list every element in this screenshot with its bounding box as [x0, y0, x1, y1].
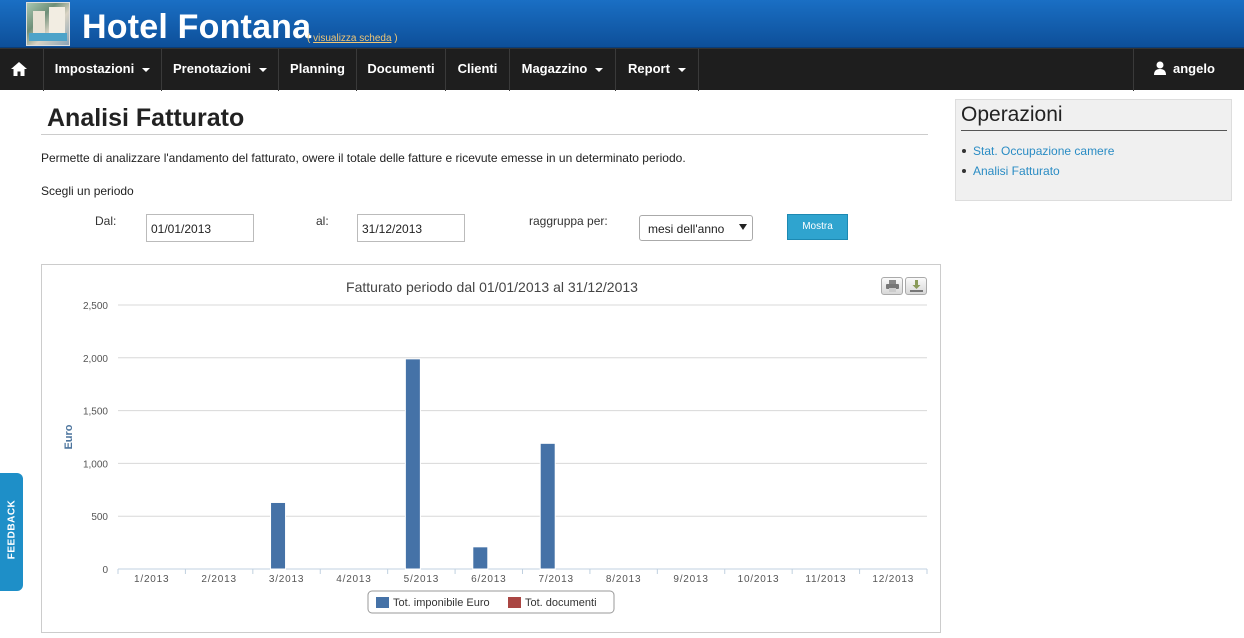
- view-scheda-link[interactable]: visualizza scheda: [313, 33, 391, 44]
- title-divider: [41, 134, 928, 135]
- legend-item: Tot. documenti: [525, 597, 597, 609]
- legend-swatch: [376, 597, 389, 608]
- x-tick-label: 2/2013: [201, 574, 236, 585]
- nav-impostazioni[interactable]: Impostazioni: [44, 49, 162, 91]
- sidebar-link-fatturato[interactable]: Analisi Fatturato: [961, 164, 1114, 184]
- caret-down-icon: [595, 67, 604, 72]
- from-label: Dal:: [95, 214, 117, 228]
- app-header: Hotel Fontana ( visualizza scheda ): [0, 0, 1244, 48]
- to-label: al:: [316, 214, 329, 228]
- nav-report[interactable]: Report: [616, 49, 699, 91]
- bar-6-2013: [472, 546, 489, 570]
- x-tick-label: 3/2013: [269, 574, 304, 585]
- x-tick-label: 1/2013: [134, 574, 169, 585]
- y-axis-label: Euro: [63, 424, 75, 449]
- caret-down-icon: [677, 67, 686, 72]
- x-tick-label: 11/2013: [805, 574, 846, 585]
- nav-planning[interactable]: Planning: [279, 49, 357, 91]
- y-tick-label: 500: [91, 512, 108, 523]
- nav-planning-label: Planning: [290, 61, 345, 76]
- view-link-wrapper: ( visualizza scheda ): [307, 33, 398, 44]
- download-icon: [910, 280, 923, 292]
- nav-magazzino[interactable]: Magazzino: [510, 49, 616, 91]
- paren-open: (: [307, 33, 311, 44]
- nav-clienti[interactable]: Clienti: [446, 49, 510, 91]
- print-icon: [886, 280, 899, 292]
- page-description: Permette di analizzare l'andamento del f…: [41, 151, 686, 165]
- dropdown-arrow-icon: [739, 224, 747, 230]
- x-tick-label: 5/2013: [404, 574, 439, 585]
- feedback-tab[interactable]: FEEDBACK: [0, 473, 23, 591]
- nav-clienti-label: Clienti: [457, 61, 498, 76]
- x-tick-label: 8/2013: [606, 574, 641, 585]
- sidebar-link-occupazione[interactable]: Stat. Occupazione camere: [961, 144, 1114, 164]
- home-icon: [11, 62, 27, 76]
- operations-sidebar: Operazioni Stat. Occupazione camere Anal…: [955, 99, 1232, 201]
- nav-impostazioni-label: Impostazioni: [54, 61, 135, 76]
- sidebar-links: Stat. Occupazione camere Analisi Fattura…: [961, 144, 1114, 184]
- sidebar-divider: [961, 130, 1227, 131]
- x-tick-label: 6/2013: [471, 574, 506, 585]
- y-tick-label: 1,500: [83, 407, 108, 418]
- user-menu[interactable]: angelo: [1133, 49, 1244, 91]
- chart-canvas: Fatturato periodo dal 01/01/2013 al 31/1…: [63, 279, 928, 614]
- x-tick-label: 9/2013: [673, 574, 708, 585]
- nav-magazzino-label: Magazzino: [521, 61, 588, 76]
- nav-prenotazioni-label: Prenotazioni: [172, 61, 251, 76]
- revenue-chart: Fatturato periodo dal 01/01/2013 al 31/1…: [41, 264, 941, 633]
- legend-swatch: [508, 597, 521, 608]
- to-date-field[interactable]: 31/12/2013: [357, 214, 465, 242]
- main-navbar: Impostazioni Prenotazioni Planning Docum…: [0, 48, 1244, 91]
- y-tick-label: 2,500: [83, 301, 108, 312]
- feedback-label: FEEDBACK: [6, 499, 18, 560]
- sidebar-title: Operazioni: [961, 103, 1063, 126]
- hotel-logo[interactable]: [26, 2, 70, 46]
- from-date-field[interactable]: 01/01/2013: [146, 214, 254, 242]
- user-icon: [1154, 61, 1166, 75]
- show-button[interactable]: Mostra: [787, 214, 848, 240]
- user-name: angelo: [1173, 61, 1215, 76]
- legend-item: Tot. imponibile Euro: [393, 597, 490, 609]
- bar-7-2013: [539, 442, 556, 570]
- y-tick-label: 1,000: [83, 459, 108, 470]
- nav-report-label: Report: [628, 61, 670, 76]
- nav-home[interactable]: [0, 49, 44, 91]
- y-tick-label: 2,000: [83, 354, 108, 365]
- paren-close: ): [394, 33, 398, 44]
- bar-3-2013: [270, 501, 287, 570]
- page-title: Analisi Fatturato: [47, 104, 245, 132]
- x-tick-label: 12/2013: [872, 574, 914, 585]
- x-tick-label: 10/2013: [738, 574, 780, 585]
- caret-down-icon: [259, 67, 267, 72]
- print-chart-button[interactable]: [881, 277, 903, 295]
- period-label: Scegli un periodo: [41, 184, 134, 198]
- y-tick-label: 0: [102, 565, 108, 576]
- group-by-select[interactable]: mesi dell'anno: [639, 215, 753, 241]
- x-tick-label: 7/2013: [539, 574, 574, 585]
- caret-down-icon: [142, 67, 151, 72]
- export-chart-button[interactable]: [905, 277, 927, 295]
- bar-5-2013: [404, 358, 421, 570]
- nav-documenti[interactable]: Documenti: [357, 49, 446, 91]
- app-title: Hotel Fontana: [82, 8, 312, 46]
- x-tick-label: 4/2013: [336, 574, 371, 585]
- nav-prenotazioni[interactable]: Prenotazioni: [162, 49, 279, 91]
- nav-documenti-label: Documenti: [367, 61, 435, 76]
- group-label: raggruppa per:: [529, 214, 608, 228]
- chart-title: Fatturato periodo dal 01/01/2013 al 31/1…: [346, 279, 638, 295]
